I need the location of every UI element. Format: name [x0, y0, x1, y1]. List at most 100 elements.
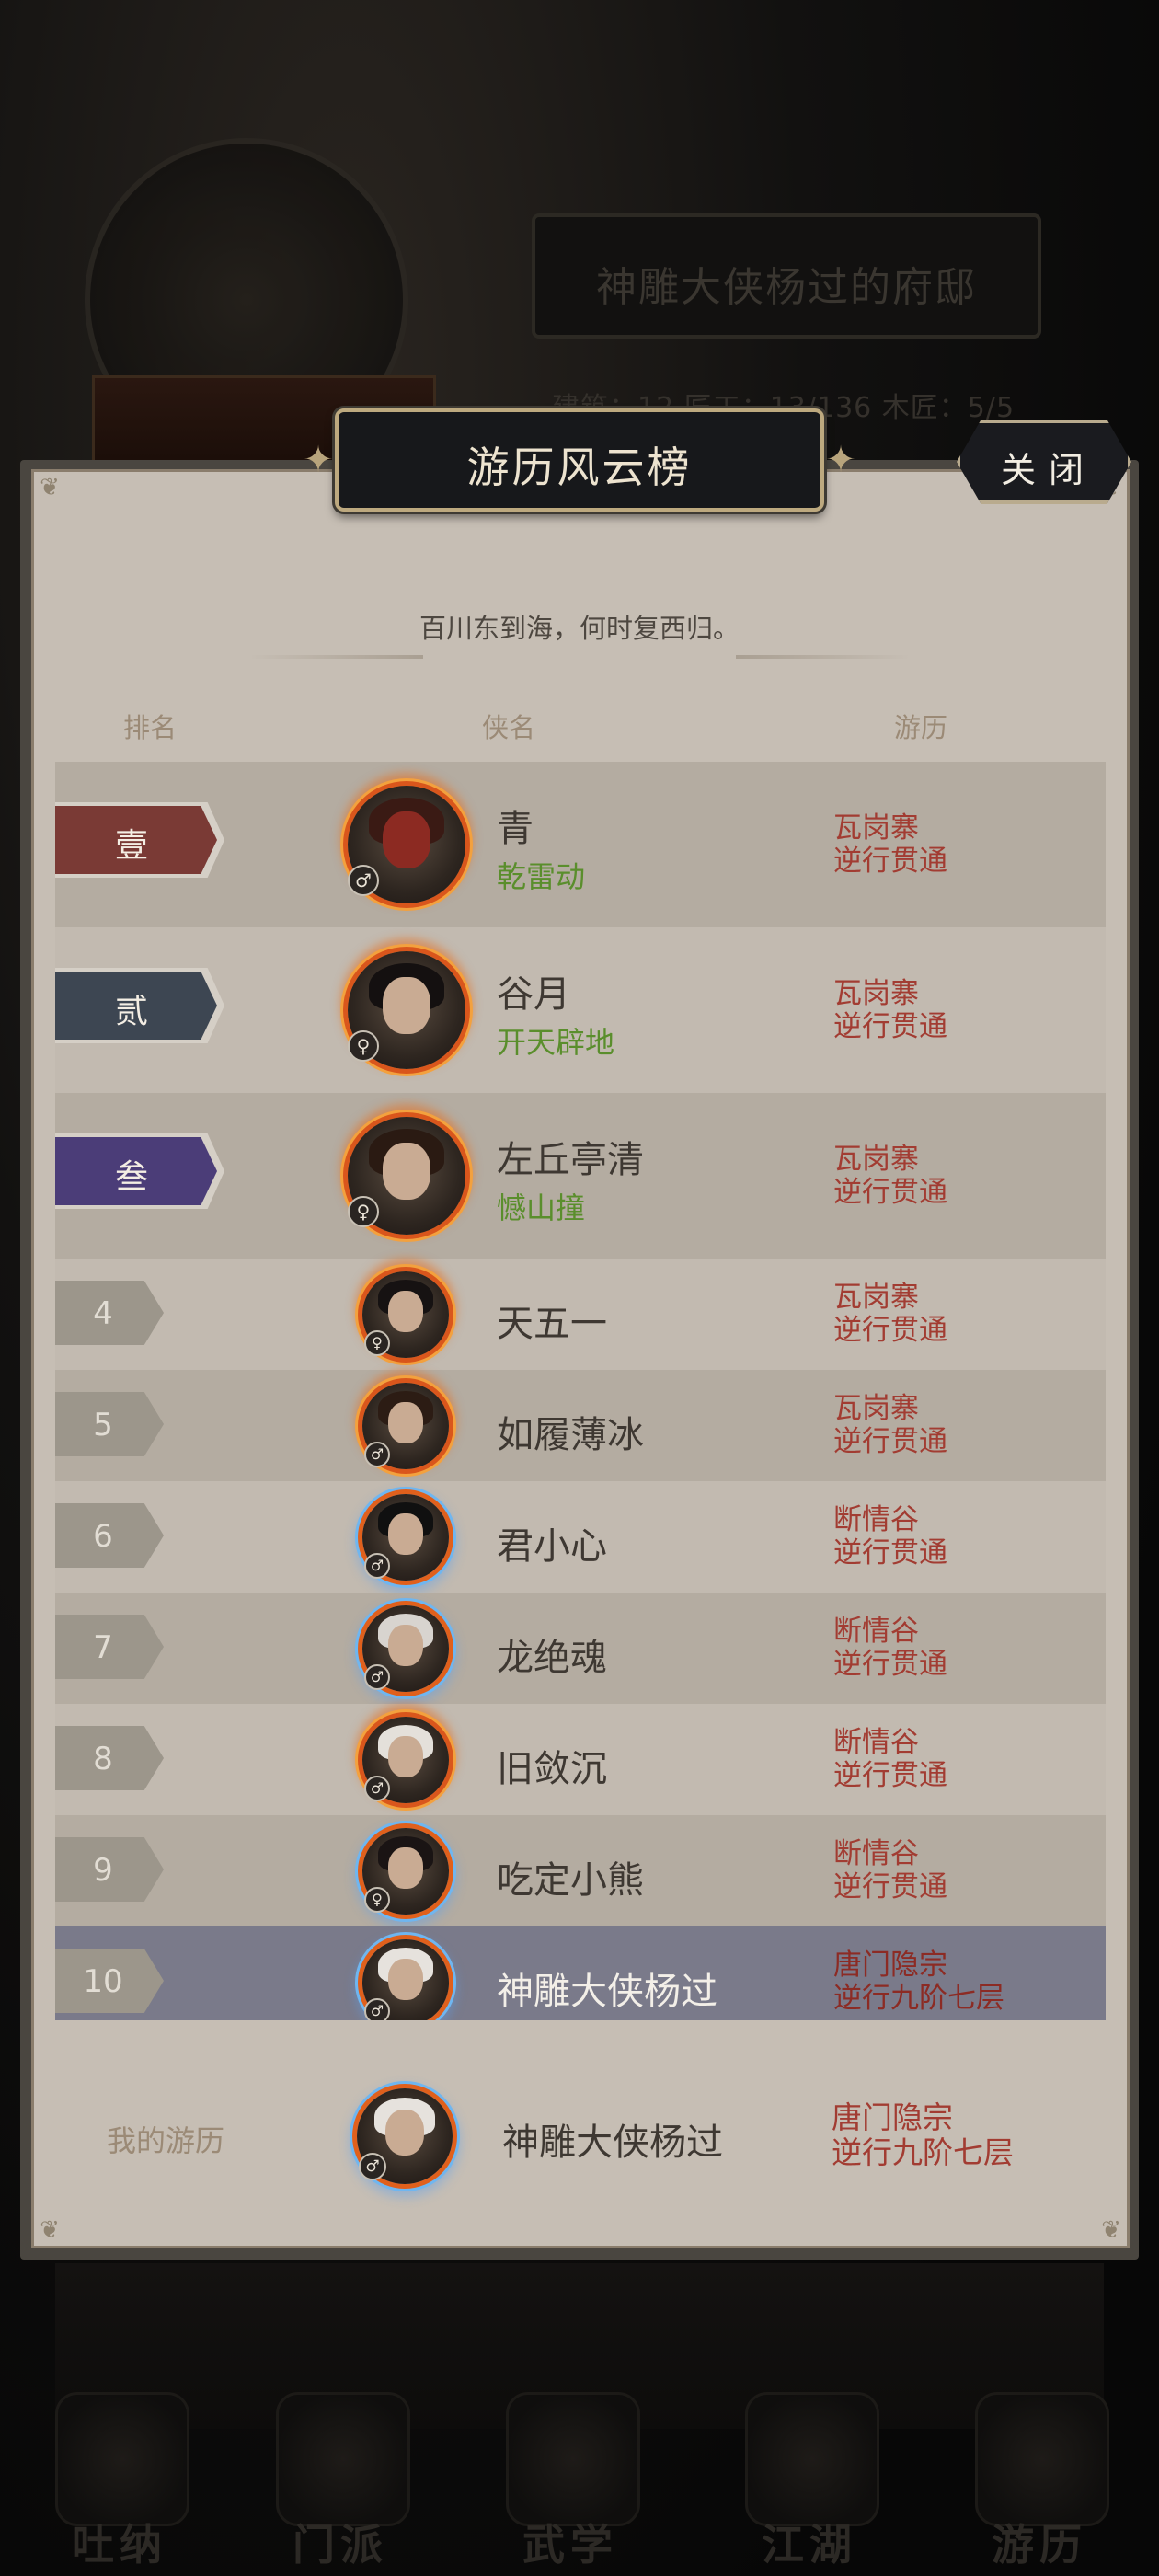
my-journey-location: 唐门隐宗 [832, 2099, 953, 2135]
residence-title: 神雕大侠杨过的府邸 [596, 264, 977, 311]
gender-male-icon: ♂ [364, 1998, 390, 2020]
leaderboard-row[interactable]: 5 ♂ 如履薄冰 瓦岗寨 逆行贯通 [55, 1370, 1106, 1481]
player-name: 旧敛沉 [497, 1748, 607, 1790]
gender-male-icon: ♂ [364, 1776, 390, 1801]
nav-item-tuna[interactable]: 吐纳 [46, 2392, 193, 2576]
journey-location: 断情谷 [833, 1837, 919, 1870]
rank-label: 7 [93, 1629, 113, 1666]
corner-ornament-icon: ❦ [40, 474, 60, 501]
column-header-journey: 游历 [894, 712, 948, 743]
rank-badge: 7 [55, 1615, 164, 1679]
column-header-rank: 排名 [123, 712, 178, 743]
journey-progress: 逆行贯通 [833, 1176, 947, 1209]
leaderboard-row[interactable]: 7 ♂ 龙绝魂 断情谷 逆行贯通 [55, 1593, 1106, 1704]
leaderboard-row-self[interactable]: 10 ♂ 神雕大侠杨过 唐门隐宗 逆行九阶七层 [55, 1926, 1106, 2020]
rank-badge: 壹 [55, 802, 224, 878]
gender-female-icon: ♀ [348, 1196, 379, 1227]
journey-progress: 逆行贯通 [833, 1870, 947, 1903]
journey-location: 瓦岗寨 [833, 977, 919, 1010]
gender-female-icon: ♀ [364, 1887, 390, 1913]
gender-male-icon: ♂ [364, 1442, 390, 1467]
leaderboard-row[interactable]: 4 ♀ 天五一 瓦岗寨 逆行贯通 [55, 1259, 1106, 1370]
modal-title: 游历风云榜 [466, 443, 693, 492]
leaderboard-row[interactable]: 9 ♀ 吃定小熊 断情谷 逆行贯通 [55, 1815, 1106, 1926]
leaderboard-row[interactable]: 6 ♂ 君小心 断情谷 逆行贯通 [55, 1481, 1106, 1593]
player-name: 天五一 [497, 1303, 607, 1345]
player-name: 左丘亭清 [497, 1139, 644, 1181]
journey-progress: 逆行贯通 [833, 1314, 947, 1347]
rank-label: 8 [93, 1741, 113, 1777]
my-journey-progress: 逆行九阶七层 [832, 2134, 1014, 2170]
nav-label: 吐纳 [72, 2520, 167, 2570]
gender-male-icon: ♂ [364, 1553, 390, 1579]
rank-badge: 9 [55, 1837, 164, 1902]
player-title: 乾雷动 [497, 859, 586, 894]
journey-location: 瓦岗寨 [833, 1392, 919, 1425]
player-name: 青 [497, 808, 534, 850]
rank-label: 6 [93, 1518, 113, 1555]
rank-label: 5 [93, 1407, 113, 1443]
gender-male-icon: ♂ [364, 1664, 390, 1690]
gender-female-icon: ♀ [364, 1330, 390, 1356]
rank-badge: 10 [55, 1949, 164, 2013]
column-header-name: 侠名 [482, 712, 536, 743]
journey-location: 断情谷 [833, 1503, 919, 1536]
nav-label: 武学 [522, 2520, 618, 2570]
journey-location: 瓦岗寨 [833, 811, 919, 845]
nav-item-sect[interactable]: 门派 [267, 2392, 414, 2576]
player-name: 如履薄冰 [497, 1414, 644, 1456]
my-journey-label: 我的游历 [107, 2123, 225, 2158]
player-name: 谷月 [497, 973, 570, 1016]
nav-label: 江湖 [762, 2520, 857, 2570]
modal-title-plaque: ✦ 游历风云榜 ✦ [303, 408, 856, 512]
player-name: 君小心 [497, 1525, 607, 1568]
bottom-nav: 吐纳 门派 武学 江湖 游历 [0, 2392, 1159, 2576]
player-name: 龙绝魂 [497, 1637, 607, 1679]
leaderboard-row[interactable]: 贰 ♀ 谷月 开天辟地 瓦岗寨 逆行贯通 [55, 927, 1106, 1093]
divider-ornament [736, 655, 911, 659]
journey-progress: 逆行贯通 [833, 845, 947, 878]
nav-item-travel[interactable]: 游历 [966, 2392, 1113, 2576]
rank-badge: 贰 [55, 968, 224, 1043]
journey-location: 断情谷 [833, 1726, 919, 1759]
gender-male-icon: ♂ [348, 865, 379, 896]
plaque-ornament-icon: ✦ [303, 439, 334, 481]
leaderboard-row[interactable]: 壹 ♂ 青 乾雷动 瓦岗寨 逆行贯通 [55, 762, 1106, 927]
player-name: 吃定小熊 [497, 1859, 644, 1902]
rank-label: 壹 [114, 827, 148, 865]
player-title: 憾山撞 [497, 1190, 586, 1225]
journey-location: 瓦岗寨 [833, 1143, 919, 1176]
nav-item-martial[interactable]: 武学 [497, 2392, 644, 2576]
plaque-ornament-icon: ✦ [825, 439, 856, 481]
my-name: 神雕大侠杨过 [502, 2122, 723, 2164]
rank-badge: 5 [55, 1392, 164, 1456]
rank-label: 贰 [114, 993, 148, 1030]
rank-label: 10 [83, 1963, 123, 2000]
journey-location: 断情谷 [833, 1615, 919, 1648]
rank-badge: 叁 [55, 1133, 224, 1209]
rank-badge: 8 [55, 1726, 164, 1790]
divider-ornament [248, 655, 423, 659]
sect-icon [276, 2392, 410, 2526]
leaderboard-row[interactable]: 8 ♂ 旧敛沉 断情谷 逆行贯通 [55, 1704, 1106, 1815]
journey-progress: 逆行贯通 [833, 1010, 947, 1043]
rank-label: 叁 [114, 1158, 148, 1196]
player-name: 神雕大侠杨过 [497, 1971, 717, 2013]
close-label: 关闭 [1000, 450, 1096, 490]
rank-label: 4 [93, 1295, 113, 1332]
modal-subtitle: 百川东到海，何时复西归。 [419, 613, 740, 644]
nav-label: 游历 [992, 2520, 1087, 2570]
gender-female-icon: ♀ [348, 1030, 379, 1062]
journey-progress: 逆行贯通 [833, 1425, 947, 1458]
journey-location: 瓦岗寨 [833, 1281, 919, 1314]
journey-progress: 逆行贯通 [833, 1759, 947, 1792]
journey-progress: 逆行九阶七层 [833, 1982, 1004, 2015]
journey-progress: 逆行贯通 [833, 1648, 947, 1681]
rank-badge: 4 [55, 1281, 164, 1345]
corner-ornament-icon: ❦ [1101, 2216, 1121, 2244]
meditate-icon [55, 2392, 189, 2526]
close-button[interactable]: 关闭 [957, 420, 1131, 504]
leaderboard-row[interactable]: 叁 ♀ 左丘亭清 憾山撞 瓦岗寨 逆行贯通 [55, 1093, 1106, 1259]
rank-badge: 6 [55, 1503, 164, 1568]
nav-item-world[interactable]: 江湖 [736, 2392, 883, 2576]
